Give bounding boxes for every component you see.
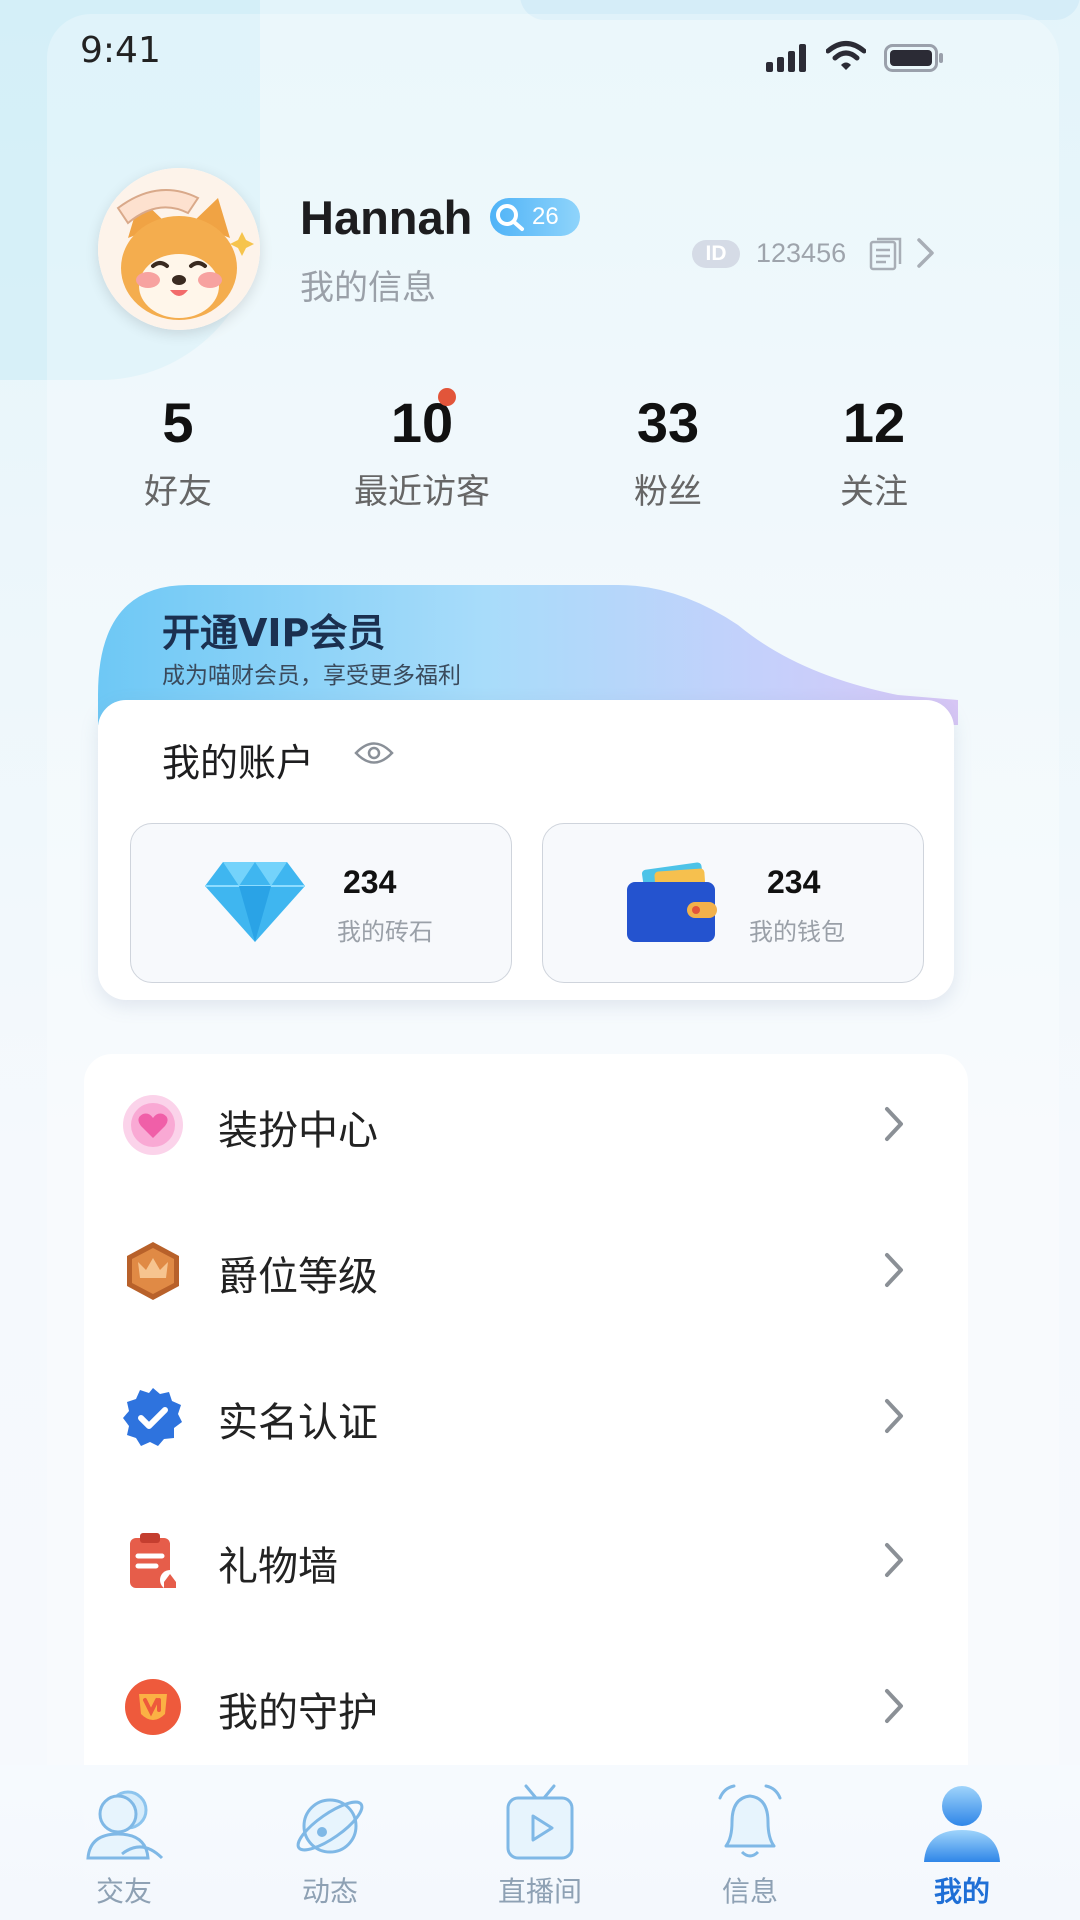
chevron-right-icon[interactable] bbox=[914, 236, 938, 270]
chevron-right-icon bbox=[885, 1399, 903, 1433]
wifi-icon bbox=[826, 41, 866, 70]
menu-label: 实名认证 bbox=[218, 1400, 378, 1446]
avatar[interactable] bbox=[98, 168, 260, 330]
chevron-right-icon bbox=[885, 1689, 903, 1723]
stat-friends[interactable]: 5 好友 bbox=[112, 388, 244, 513]
menu-item-dress-center[interactable]: 装扮中心 bbox=[84, 1052, 968, 1197]
menu-label: 我的守护 bbox=[218, 1690, 378, 1736]
notification-dot bbox=[438, 388, 456, 406]
stat-following[interactable]: 12 关注 bbox=[808, 388, 940, 513]
tab-label: 动态 bbox=[301, 1875, 358, 1908]
wallet-label: 我的钱包 bbox=[749, 918, 845, 946]
stat-label: 好友 bbox=[144, 472, 212, 512]
tab-friends[interactable]: 交友 bbox=[44, 1778, 204, 1910]
account-title: 我的账户 bbox=[162, 741, 315, 785]
tab-moments[interactable]: 动态 bbox=[250, 1778, 410, 1910]
stat-recent-visitors[interactable]: 10 最近访客 bbox=[340, 388, 504, 513]
signal-icon bbox=[766, 44, 806, 72]
menu-label: 装扮中心 bbox=[218, 1108, 378, 1154]
stat-label: 关注 bbox=[840, 472, 908, 512]
crown-badge-icon bbox=[127, 1242, 179, 1300]
menu-item-rank-level[interactable]: 爵位等级 bbox=[84, 1198, 968, 1343]
chevron-right-icon bbox=[885, 1107, 903, 1141]
menu-label: 礼物墙 bbox=[218, 1544, 338, 1590]
tab-mine[interactable]: 我的 bbox=[882, 1778, 1042, 1910]
battery-icon bbox=[884, 44, 943, 72]
planet-icon bbox=[296, 1798, 364, 1854]
level-value: 26 bbox=[532, 203, 559, 230]
diamond-box[interactable]: 234 我的砖石 bbox=[130, 823, 512, 983]
user-icon bbox=[924, 1786, 1000, 1862]
chevron-right-icon bbox=[885, 1253, 903, 1287]
my-info-link[interactable]: 我的信息 bbox=[300, 260, 436, 309]
search-level-icon bbox=[496, 204, 524, 231]
stat-label: 最近访客 bbox=[354, 472, 490, 512]
stat-label: 粉丝 bbox=[634, 472, 702, 512]
stat-value: 10 bbox=[390, 391, 454, 454]
friends-icon bbox=[86, 1790, 164, 1860]
tab-label: 直播间 bbox=[497, 1875, 582, 1908]
stat-value: 5 bbox=[162, 391, 194, 454]
profile-screen: 9:41 Hannah 26 我的信息 ID 123456 5 好友 10 最近… bbox=[0, 0, 1080, 1920]
diamond-icon bbox=[205, 862, 305, 942]
wallet-icon bbox=[627, 862, 717, 942]
tab-label: 交友 bbox=[95, 1875, 152, 1908]
menu-item-gift-wall[interactable]: 礼物墙 bbox=[84, 1488, 968, 1633]
clipboard-icon bbox=[130, 1533, 180, 1590]
status-bar: 9:41 bbox=[0, 0, 1080, 110]
user-id: 123456 bbox=[756, 238, 847, 268]
level-badge: 26 bbox=[490, 198, 580, 236]
copy-icon[interactable] bbox=[868, 236, 904, 272]
eye-icon[interactable] bbox=[354, 740, 394, 766]
stat-value: 33 bbox=[636, 391, 700, 454]
menu-label: 爵位等级 bbox=[218, 1254, 378, 1300]
tab-label: 信息 bbox=[721, 1875, 778, 1908]
tv-play-icon bbox=[506, 1784, 574, 1860]
user-name: Hannah bbox=[300, 191, 473, 244]
tab-messages[interactable]: 信息 bbox=[670, 1778, 830, 1910]
diamond-value: 234 bbox=[343, 864, 397, 900]
tab-live-room[interactable]: 直播间 bbox=[460, 1778, 620, 1910]
menu-item-real-name-verification[interactable]: 实名认证 bbox=[84, 1344, 968, 1489]
shiba-avatar-icon bbox=[98, 168, 260, 330]
stat-fans[interactable]: 33 粉丝 bbox=[602, 388, 734, 513]
wallet-value: 234 bbox=[767, 864, 821, 900]
status-time: 9:41 bbox=[80, 30, 161, 71]
chevron-right-icon bbox=[885, 1543, 903, 1577]
vip-title: 开通VIP会员 bbox=[162, 611, 386, 655]
tab-label: 我的 bbox=[933, 1875, 990, 1908]
verified-badge-icon bbox=[123, 1388, 182, 1446]
vip-subtitle: 成为喵财会员，享受更多福利 bbox=[162, 663, 461, 689]
diamond-label: 我的砖石 bbox=[337, 918, 433, 946]
stat-value: 12 bbox=[842, 391, 906, 454]
shield-icon bbox=[125, 1679, 181, 1735]
wallet-box[interactable]: 234 我的钱包 bbox=[542, 823, 924, 983]
menu-item-my-guardian[interactable]: 我的守护 bbox=[84, 1634, 968, 1779]
id-badge: ID bbox=[692, 240, 740, 268]
bell-icon bbox=[718, 1784, 782, 1858]
heart-icon bbox=[123, 1095, 183, 1155]
